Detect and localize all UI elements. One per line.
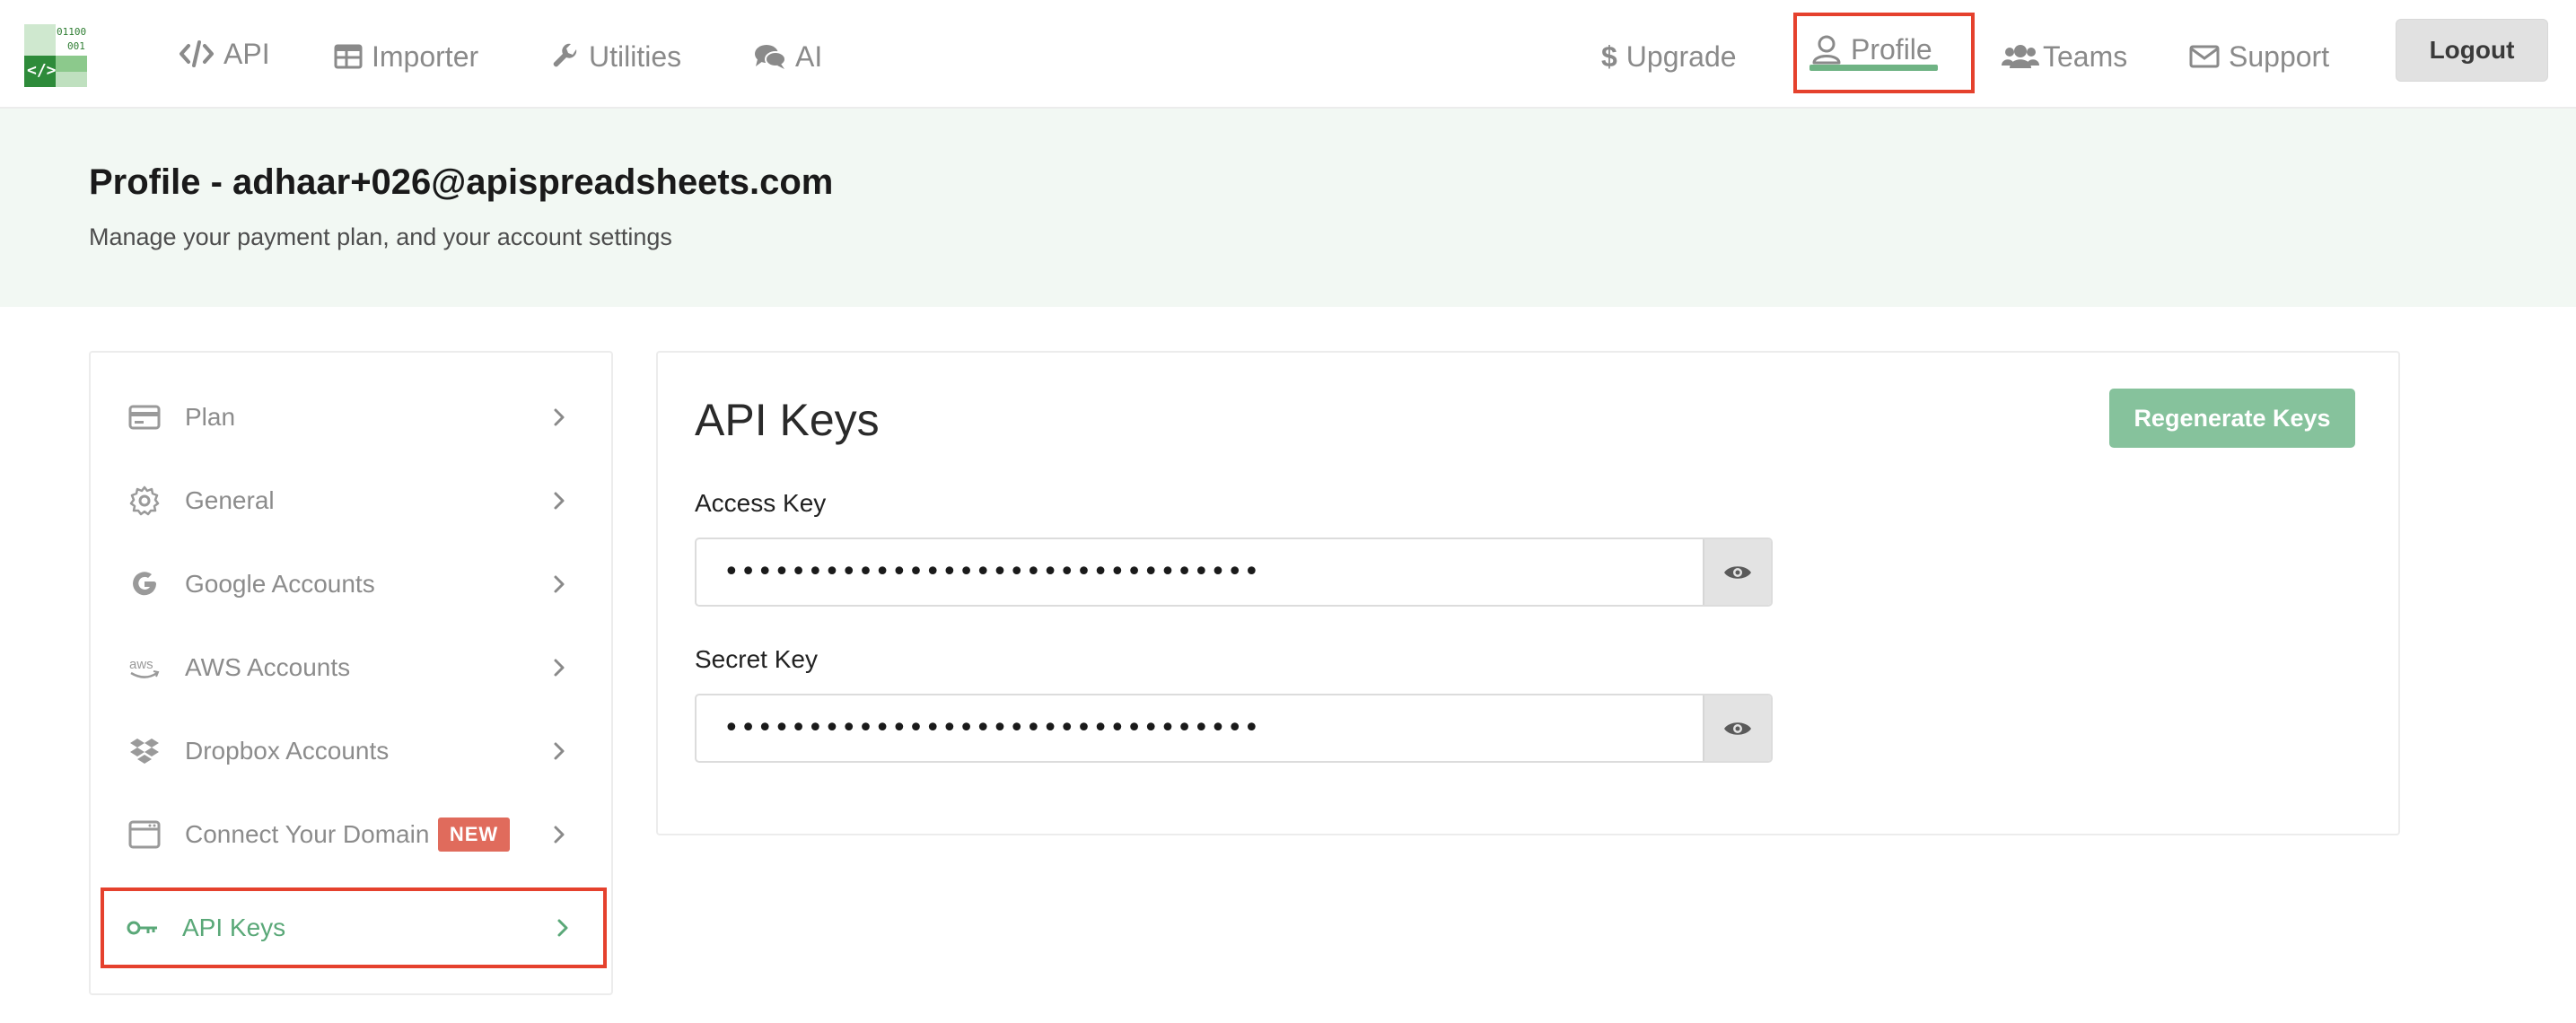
eye-icon [1724,721,1751,735]
access-key-value: •••••••••••••••••••••••••••••••• [723,556,1261,588]
table-icon [334,44,363,69]
nav-api[interactable]: API [179,31,270,76]
nav-teams-label: Teams [2043,39,2128,73]
credit-card-icon [127,399,162,435]
secret-key-field[interactable]: •••••••••••••••••••••••••••••••• [695,694,1773,763]
users-icon [2002,44,2039,69]
gear-icon [127,483,162,519]
page-subtitle: Manage your payment plan, and your accou… [89,223,672,250]
nav-importer-label: Importer [372,39,479,73]
aws-icon: aws [127,650,162,686]
logo-code-line-2: 001 [67,40,85,52]
logo-code-glyph: </> [27,61,57,80]
nav-api-label: API [223,37,270,70]
eye-icon [1724,565,1751,579]
top-navigation-bar: 01100 001 </> API Importer Utilities AI … [0,0,2576,109]
logo-code-line-1: 01100 [57,26,87,38]
svg-text:aws: aws [129,657,153,672]
wrench-icon [551,42,580,71]
sidebar-item-label: Plan [185,403,236,431]
api-keys-highlight-box [101,887,607,968]
api-keys-panel: API Keys Regenerate Keys Access Key ••••… [656,351,2400,835]
chevron-right-icon [554,408,565,426]
app-logo[interactable]: 01100 001 </> [24,24,87,87]
page-header: Profile - adhaar+026@apispreadsheets.com… [0,109,2576,307]
google-icon [127,566,162,602]
envelope-icon [2189,45,2220,68]
secret-key-label: Secret Key [695,645,818,673]
dropbox-icon [127,733,162,769]
access-key-field[interactable]: •••••••••••••••••••••••••••••••• [695,538,1773,607]
nav-support-label: Support [2229,39,2330,73]
dollar-icon: $ [1601,39,1617,73]
sidebar-item-connect-your-domain[interactable]: Connect Your Domain NEW [91,799,611,870]
sidebar-item-label: Connect Your Domain [185,820,430,848]
nav-ai[interactable]: AI [754,34,822,79]
nav-upgrade-label: Upgrade [1625,39,1737,73]
sidebar-item-aws-accounts[interactable]: aws AWS Accounts [91,632,611,704]
chevron-right-icon [554,826,565,844]
profile-sidebar: Plan General Google Accounts aws AWS Acc… [89,351,613,995]
new-badge: NEW [438,818,510,852]
chevron-right-icon [554,575,565,593]
sidebar-item-google-accounts[interactable]: Google Accounts [91,548,611,620]
code-icon [179,39,215,68]
chevron-right-icon [554,742,565,760]
chevron-right-icon [554,659,565,677]
sidebar-item-dropbox-accounts[interactable]: Dropbox Accounts [91,715,611,787]
panel-title: API Keys [695,395,880,445]
page-title: Profile - adhaar+026@apispreadsheets.com [89,162,834,202]
nav-utilities[interactable]: Utilities [551,34,681,79]
show-secret-key-button[interactable] [1703,695,1771,761]
chat-bubbles-icon [754,43,786,70]
sidebar-item-label: General [185,486,275,514]
nav-importer[interactable]: Importer [334,34,478,79]
nav-support[interactable]: Support [2189,34,2329,79]
profile-highlight-box [1793,13,1975,93]
chevron-right-icon [554,492,565,510]
nav-ai-label: AI [795,39,823,73]
secret-key-value: •••••••••••••••••••••••••••••••• [723,713,1261,744]
sidebar-item-label: Dropbox Accounts [185,737,390,765]
nav-teams[interactable]: Teams [2002,34,2127,79]
sidebar-item-label: Google Accounts [185,570,375,598]
sidebar-item-label: AWS Accounts [185,653,351,681]
logout-button[interactable]: Logout [2396,19,2548,82]
nav-upgrade[interactable]: $ Upgrade [1601,34,1737,79]
access-key-label: Access Key [695,489,827,517]
sidebar-item-general[interactable]: General [91,465,611,537]
regenerate-keys-button[interactable]: Regenerate Keys [2109,389,2355,448]
nav-utilities-label: Utilities [589,39,682,73]
sidebar-item-plan[interactable]: Plan [91,381,611,453]
browser-window-icon [127,817,162,852]
show-access-key-button[interactable] [1703,539,1771,605]
